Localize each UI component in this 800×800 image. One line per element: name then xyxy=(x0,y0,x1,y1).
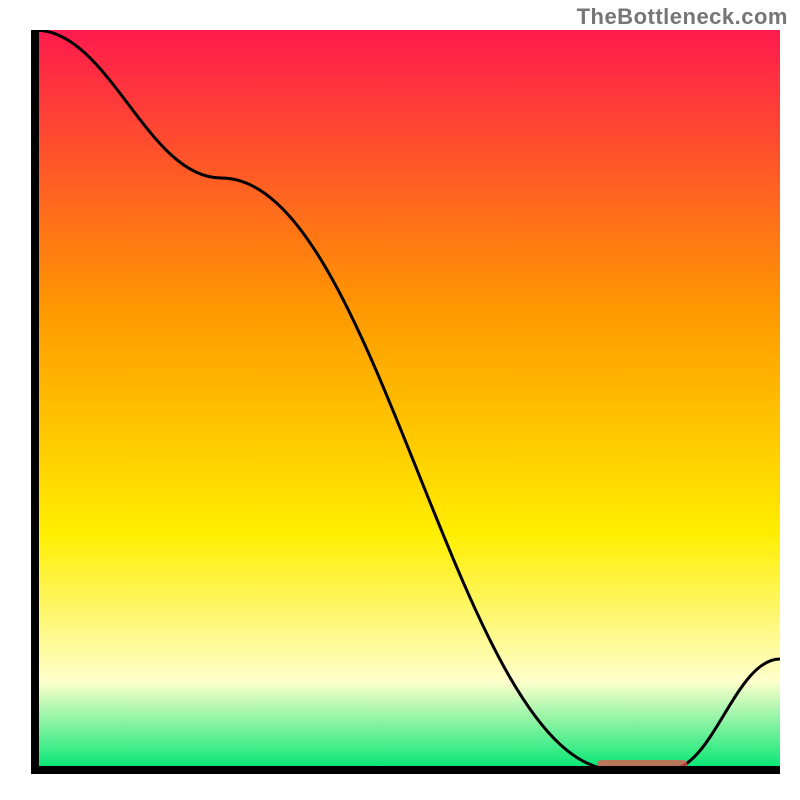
chart-container: TheBottleneck.com xyxy=(0,0,800,800)
plot-background xyxy=(35,30,780,770)
watermark-text: TheBottleneck.com xyxy=(577,4,788,30)
bottleneck-chart xyxy=(0,0,800,800)
